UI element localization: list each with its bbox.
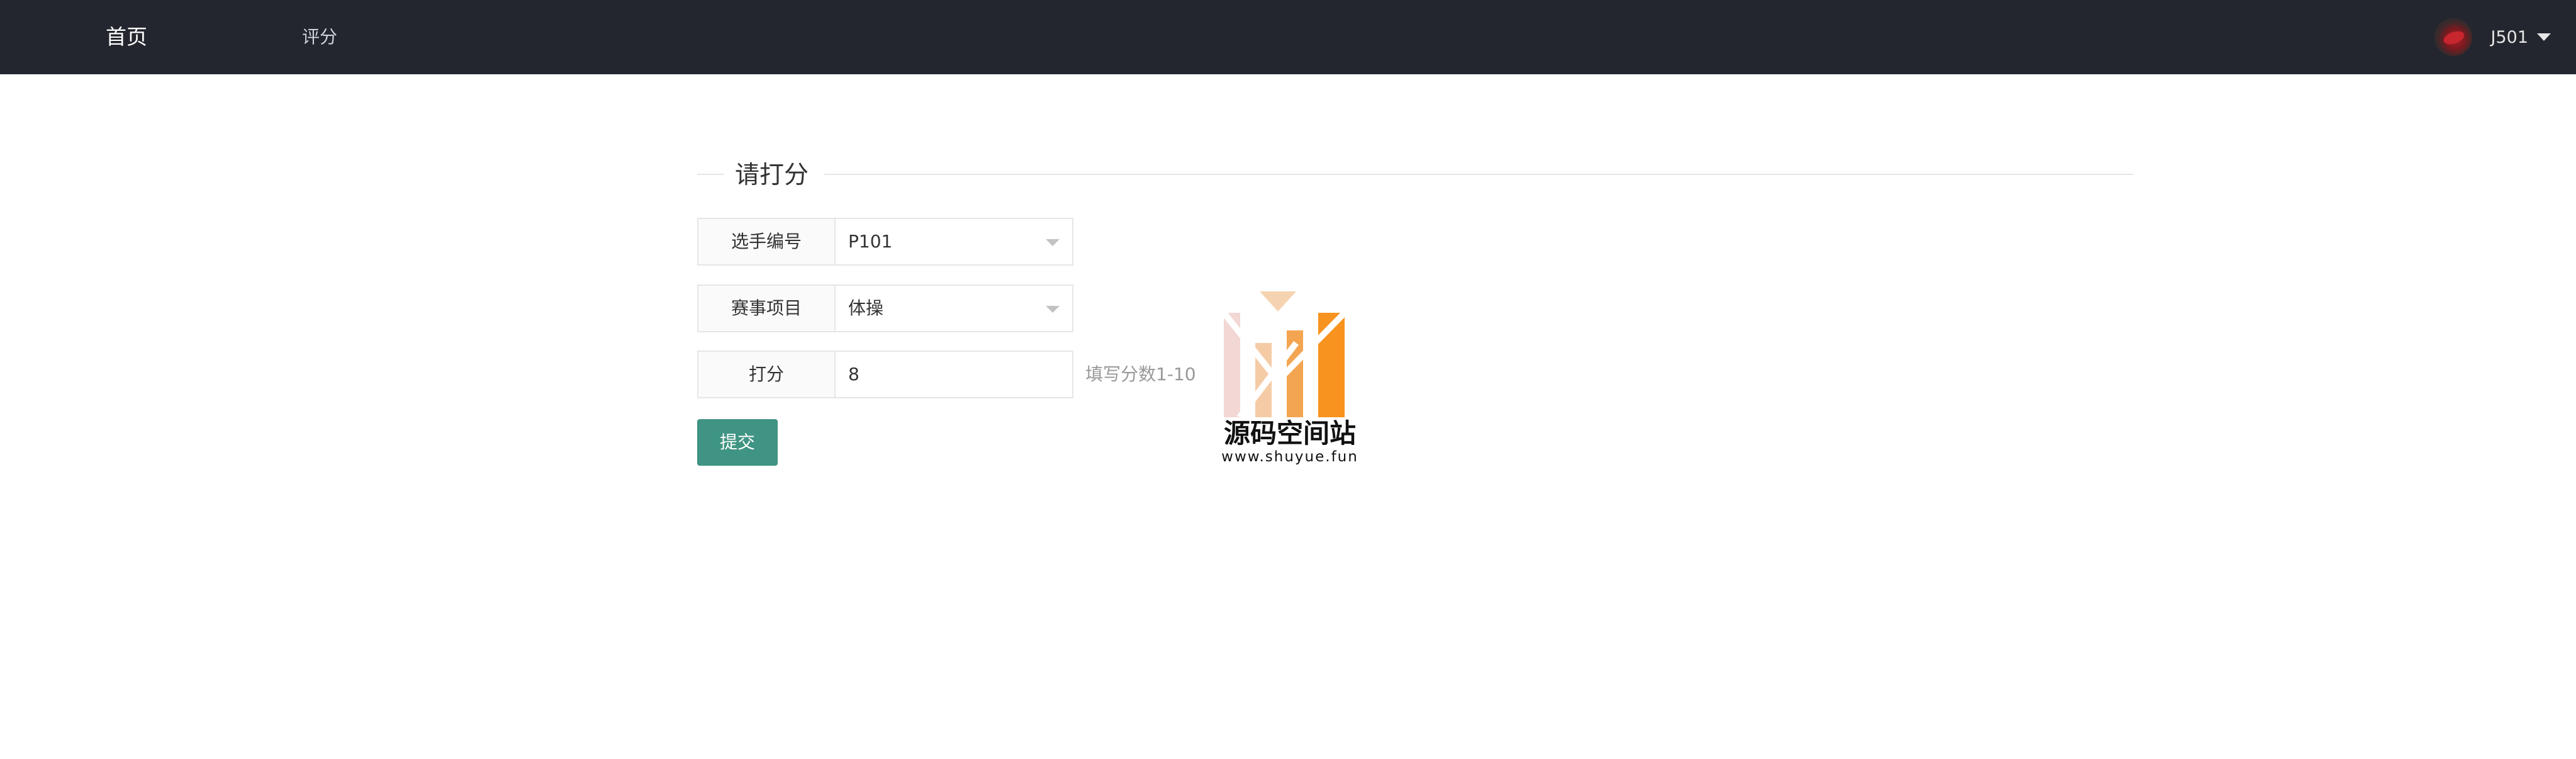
score-input-value: 8 <box>848 364 860 385</box>
legend-divider-left <box>697 174 724 175</box>
avatar[interactable] <box>2434 18 2472 56</box>
form-row-score: 打分 8 <box>697 351 1073 398</box>
player-id-value: P101 <box>848 231 893 252</box>
submit-button[interactable]: 提交 <box>697 419 778 466</box>
player-id-label: 选手编号 <box>697 218 836 266</box>
event-value: 体操 <box>848 298 884 318</box>
event-label: 赛事项目 <box>697 284 836 332</box>
top-navbar: 首页 评分 J501 <box>0 0 2576 74</box>
player-id-select[interactable]: P101 <box>836 218 1073 266</box>
score-hint: 填写分数1-10 <box>1085 364 1196 385</box>
chevron-down-icon[interactable] <box>1046 306 1060 313</box>
form-legend-title: 请打分 <box>735 161 809 189</box>
user-name[interactable]: J501 <box>2491 28 2529 47</box>
score-input[interactable]: 8 <box>836 351 1073 398</box>
nav-score-link[interactable]: 评分 <box>302 0 337 74</box>
score-label: 打分 <box>697 351 836 398</box>
caret-down-icon[interactable] <box>2537 33 2551 41</box>
legend-divider-right <box>824 174 2133 175</box>
form-row-player-id: 选手编号 P101 <box>697 218 1073 266</box>
event-select[interactable]: 体操 <box>836 284 1073 332</box>
chevron-down-icon[interactable] <box>1046 239 1060 246</box>
nav-home-link[interactable]: 首页 <box>106 0 147 74</box>
watermark-name: 源码空间站 <box>1223 418 1356 449</box>
user-menu[interactable]: J501 <box>2434 0 2551 74</box>
form-row-event: 赛事项目 体操 <box>697 284 1073 332</box>
watermark-url: www.shuyue.fun <box>1221 449 1358 465</box>
